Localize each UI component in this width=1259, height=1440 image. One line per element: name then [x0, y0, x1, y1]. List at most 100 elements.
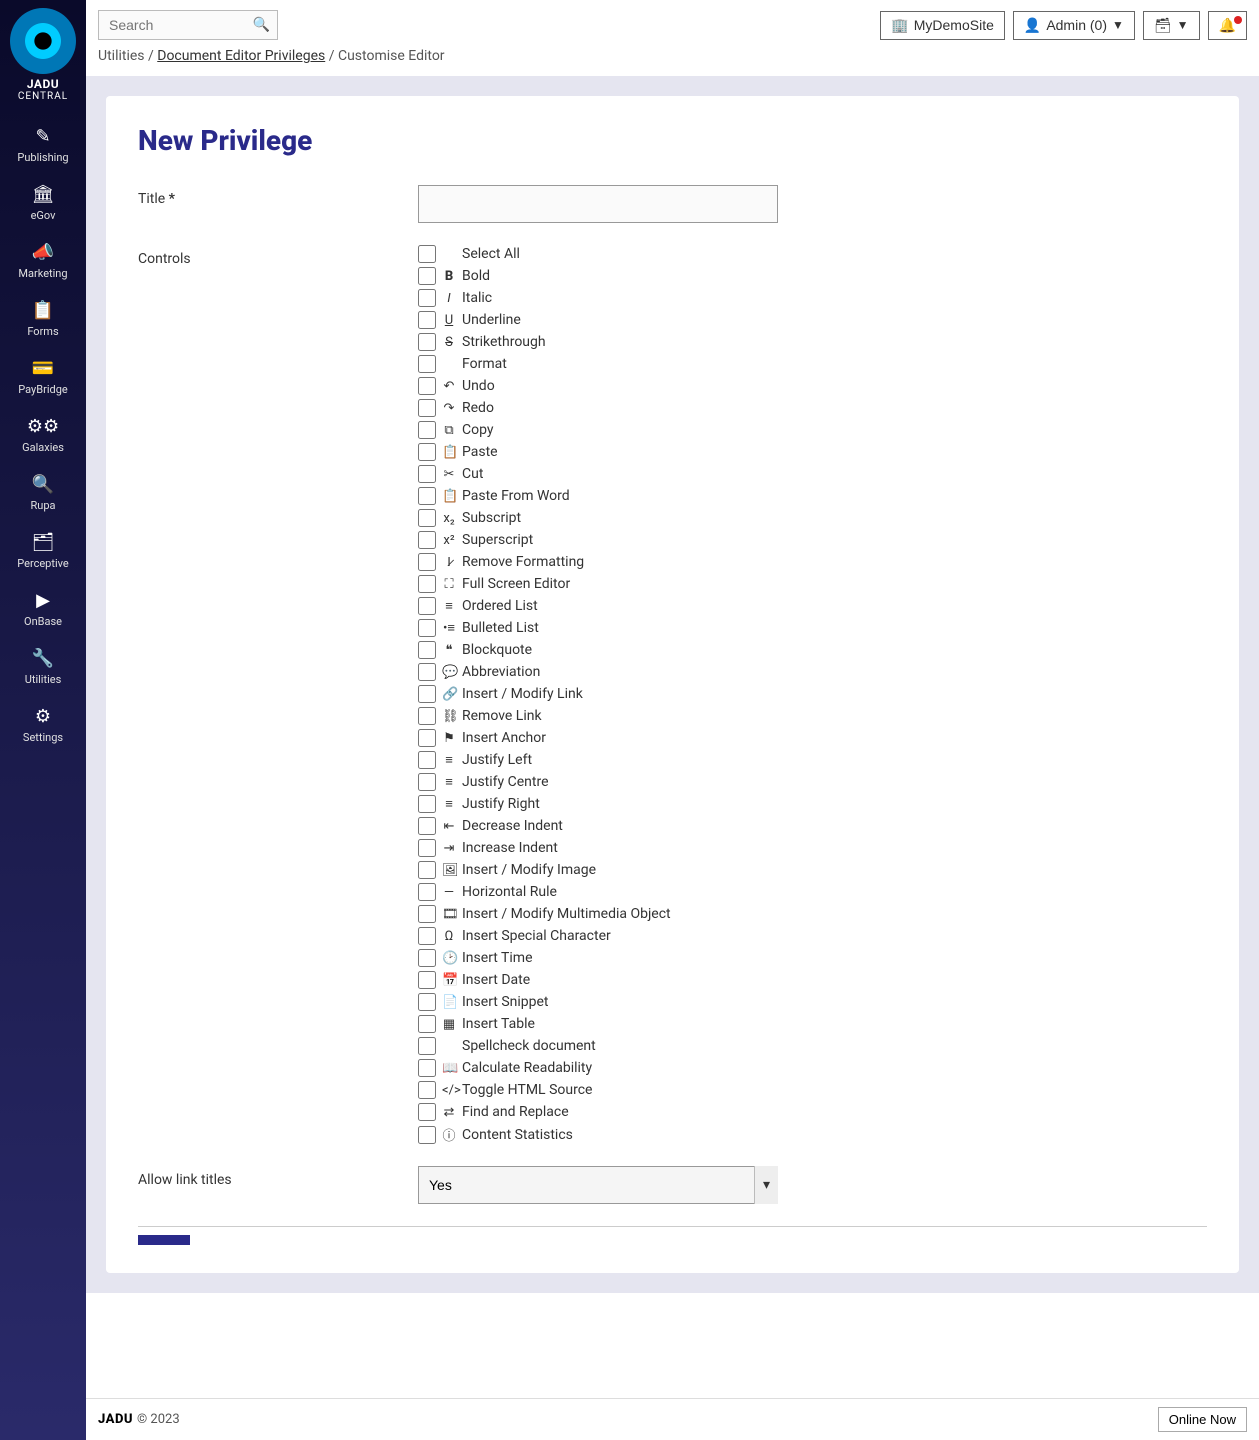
control-checkbox[interactable]	[418, 531, 436, 549]
control-checkbox[interactable]	[418, 663, 436, 681]
control-item[interactable]: Spellcheck document	[418, 1037, 778, 1055]
control-checkbox[interactable]	[418, 685, 436, 703]
control-item[interactable]: 📖Calculate Readability	[418, 1059, 778, 1077]
control-item[interactable]: ⇤Decrease Indent	[418, 817, 778, 835]
control-item[interactable]: ⛓Remove Link	[418, 707, 778, 725]
control-item[interactable]: 🕑Insert Time	[418, 949, 778, 967]
control-item[interactable]: ❝Blockquote	[418, 641, 778, 659]
control-item[interactable]: 📋Paste	[418, 443, 778, 461]
control-item[interactable]: </>Toggle HTML Source	[418, 1081, 778, 1099]
sidebar-item-egov[interactable]: 🏛eGov	[0, 174, 86, 232]
control-item[interactable]: ↶Undo	[418, 377, 778, 395]
control-checkbox[interactable]	[418, 421, 436, 439]
control-checkbox[interactable]	[418, 1059, 436, 1077]
sidebar-item-utilities[interactable]: 🔧Utilities	[0, 638, 86, 696]
control-item[interactable]: ⚑Insert Anchor	[418, 729, 778, 747]
control-checkbox[interactable]	[418, 399, 436, 417]
control-item[interactable]: ≡Justify Right	[418, 795, 778, 813]
save-button[interactable]	[138, 1235, 190, 1245]
control-checkbox[interactable]	[418, 751, 436, 769]
control-checkbox[interactable]	[418, 377, 436, 395]
control-item[interactable]: ↷Redo	[418, 399, 778, 417]
control-item[interactable]: •≡Bulleted List	[418, 619, 778, 637]
control-checkbox[interactable]	[418, 1126, 436, 1144]
breadcrumb-root[interactable]: Utilities	[98, 48, 145, 64]
control-item[interactable]: ≡Justify Left	[418, 751, 778, 769]
control-checkbox[interactable]	[418, 993, 436, 1011]
control-item[interactable]: 🔗Insert / Modify Link	[418, 685, 778, 703]
control-item[interactable]: ⇥Increase Indent	[418, 839, 778, 857]
control-checkbox[interactable]	[418, 927, 436, 945]
control-checkbox[interactable]	[418, 575, 436, 593]
control-item[interactable]: ⓘContent Statistics	[418, 1125, 778, 1144]
control-item[interactable]: ⇄Find and Replace	[418, 1103, 778, 1121]
breadcrumb-link[interactable]: Document Editor Privileges	[157, 48, 325, 64]
control-checkbox[interactable]	[418, 971, 436, 989]
sidebar-item-forms[interactable]: 📋Forms	[0, 290, 86, 348]
online-now-button[interactable]: Online Now	[1158, 1407, 1247, 1432]
allow-link-titles-select[interactable]: Yes	[418, 1166, 778, 1204]
control-checkbox[interactable]	[418, 795, 436, 813]
control-checkbox[interactable]	[418, 817, 436, 835]
control-checkbox[interactable]	[418, 311, 436, 329]
sidebar-item-onbase[interactable]: ▶OnBase	[0, 580, 86, 638]
control-item[interactable]: x²Superscript	[418, 531, 778, 549]
control-checkbox[interactable]	[418, 773, 436, 791]
control-checkbox[interactable]	[418, 949, 436, 967]
control-item[interactable]: SStrikethrough	[418, 333, 778, 351]
control-checkbox[interactable]	[418, 553, 436, 571]
control-item[interactable]: 🎞Insert / Modify Multimedia Object	[418, 905, 778, 923]
control-item[interactable]: 📅Insert Date	[418, 971, 778, 989]
control-item[interactable]: I̷Remove Formatting	[418, 553, 778, 571]
control-checkbox[interactable]	[418, 641, 436, 659]
control-checkbox[interactable]	[418, 597, 436, 615]
control-checkbox[interactable]	[418, 861, 436, 879]
notifications-button[interactable]: 🔔	[1208, 11, 1247, 40]
control-item[interactable]: ΩInsert Special Character	[418, 927, 778, 945]
control-checkbox[interactable]	[418, 905, 436, 923]
sidebar-item-galaxies[interactable]: ⚙⚙Galaxies	[0, 406, 86, 464]
control-checkbox[interactable]	[418, 333, 436, 351]
sidebar-item-marketing[interactable]: 📣Marketing	[0, 232, 86, 290]
control-item[interactable]: Select All	[418, 245, 778, 263]
control-checkbox[interactable]	[418, 289, 436, 307]
control-checkbox[interactable]	[418, 443, 436, 461]
control-checkbox[interactable]	[418, 729, 436, 747]
control-item[interactable]: ⧉Copy	[418, 421, 778, 439]
control-checkbox[interactable]	[418, 707, 436, 725]
control-checkbox[interactable]	[418, 883, 436, 901]
control-checkbox[interactable]	[418, 1081, 436, 1099]
control-item[interactable]: ≡Ordered List	[418, 597, 778, 615]
sidebar-item-perceptive[interactable]: 🗂Perceptive	[0, 522, 86, 580]
control-item[interactable]: 💬Abbreviation	[418, 663, 778, 681]
control-item[interactable]: 🖼Insert / Modify Image	[418, 861, 778, 879]
control-item[interactable]: ✂Cut	[418, 465, 778, 483]
control-item[interactable]: BBold	[418, 267, 778, 285]
control-checkbox[interactable]	[418, 245, 436, 263]
control-item[interactable]: UUnderline	[418, 311, 778, 329]
control-checkbox[interactable]	[418, 619, 436, 637]
control-item[interactable]: x₂Subscript	[418, 509, 778, 527]
sidebar-item-publishing[interactable]: ✎Publishing	[0, 116, 86, 174]
sidebar-item-paybridge[interactable]: 💳PayBridge	[0, 348, 86, 406]
control-checkbox[interactable]	[418, 267, 436, 285]
title-input[interactable]	[418, 185, 778, 223]
control-item[interactable]: IItalic	[418, 289, 778, 307]
control-item[interactable]: 📋Paste From Word	[418, 487, 778, 505]
admin-menu-button[interactable]: 👤 Admin (0) ▼	[1013, 11, 1135, 40]
control-checkbox[interactable]	[418, 487, 436, 505]
search-input[interactable]	[98, 10, 278, 40]
control-checkbox[interactable]	[418, 1037, 436, 1055]
control-checkbox[interactable]	[418, 1103, 436, 1121]
control-item[interactable]: ≡Justify Centre	[418, 773, 778, 791]
control-checkbox[interactable]	[418, 1015, 436, 1033]
control-checkbox[interactable]	[418, 509, 436, 527]
control-item[interactable]: Format	[418, 355, 778, 373]
control-item[interactable]: —Horizontal Rule	[418, 883, 778, 901]
archive-menu-button[interactable]: 🗃 ▼	[1143, 11, 1200, 40]
control-checkbox[interactable]	[418, 465, 436, 483]
control-item[interactable]: ⛶Full Screen Editor	[418, 575, 778, 593]
control-checkbox[interactable]	[418, 355, 436, 373]
site-button[interactable]: 🏢 MyDemoSite	[880, 11, 1005, 40]
search-icon[interactable]: 🔍	[253, 17, 270, 33]
